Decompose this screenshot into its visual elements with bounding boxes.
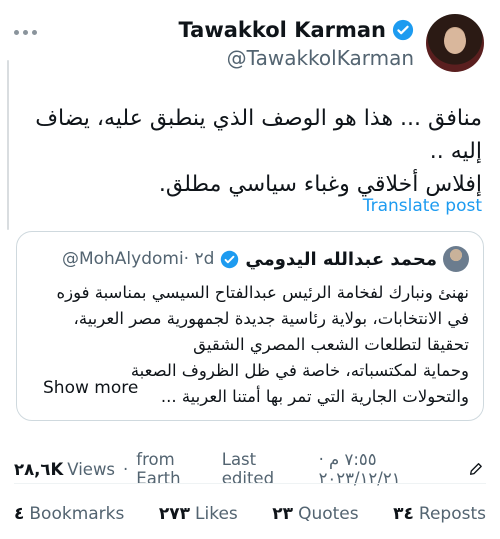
quoted-tweet[interactable]: @MohAlydomi· ٢d محمد عبدالله اليدومي نهن… <box>16 231 484 421</box>
edit-pencil-icon <box>470 463 483 475</box>
bookmarks-label: Bookmarks <box>29 504 125 524</box>
author-display-name[interactable]: Tawakkol Karman <box>179 18 386 42</box>
quoted-time: · ٢d <box>183 249 215 269</box>
quotes-label: Quotes <box>298 504 359 524</box>
views-label: Views <box>67 459 116 479</box>
translate-post-link[interactable]: Translate post <box>363 196 482 216</box>
quoted-text-line: نهنئ ونبارك لفخامة الرئيس عبدالفتاح السي… <box>56 283 469 302</box>
quoted-display-name: محمد عبدالله اليدومي <box>245 248 437 270</box>
quoted-tweet-header: @MohAlydomi· ٢d محمد عبدالله اليدومي <box>62 246 469 272</box>
quoted-text-line: في الانتخابات، بولاية رئاسية جديدة لجمهو… <box>73 309 469 328</box>
tweet-header: Tawakkol Karman @TawakkolKarman <box>179 14 484 72</box>
quotes-count: ٢٣ <box>272 504 294 524</box>
scrollbar[interactable] <box>7 60 9 230</box>
verified-badge-icon <box>392 19 414 41</box>
likes-label: Likes <box>195 504 238 524</box>
likes-stat[interactable]: ٢٧٣ Likes <box>159 504 238 524</box>
verified-badge-icon <box>221 250 239 268</box>
author-names: Tawakkol Karman @TawakkolKarman <box>179 14 414 70</box>
separator-dot: · <box>123 459 129 479</box>
reposts-stat[interactable]: ٣٤ Reposts <box>393 504 486 524</box>
engagement-stats: ٤ Bookmarks ٢٧٣ Likes ٢٣ Quotes ٣٤ Repos… <box>14 504 486 524</box>
reposts-label: Reposts <box>418 504 486 524</box>
likes-count: ٢٧٣ <box>158 504 191 524</box>
divider <box>14 483 486 484</box>
quoted-handle: @MohAlydomi <box>61 249 184 269</box>
quoted-text-line: تحقيقا لتطلعات الشعب المصري الشقيق <box>193 335 469 354</box>
tweet-text: منافق ... هذا هو الوصف الذي ينطبق عليه، … <box>22 102 482 201</box>
tweet-text-line: منافق ... هذا هو الوصف الذي ينطبق عليه، … <box>35 106 482 164</box>
reposts-count: ٣٤ <box>393 504 414 524</box>
more-options-icon[interactable] <box>14 22 44 42</box>
show-more-link[interactable]: Show more <box>43 378 138 398</box>
bookmarks-stat[interactable]: ٤ Bookmarks <box>14 504 124 524</box>
author-handle[interactable]: @TawakkolKarman <box>179 46 414 70</box>
quoted-avatar <box>443 246 469 272</box>
quoted-handle-time: @MohAlydomi· ٢d <box>62 249 214 269</box>
views-count: ٢٨,٦K <box>14 459 64 479</box>
author-avatar[interactable] <box>426 14 484 72</box>
quotes-stat[interactable]: ٢٣ Quotes <box>272 504 358 524</box>
bookmarks-count: ٤ <box>14 504 25 524</box>
